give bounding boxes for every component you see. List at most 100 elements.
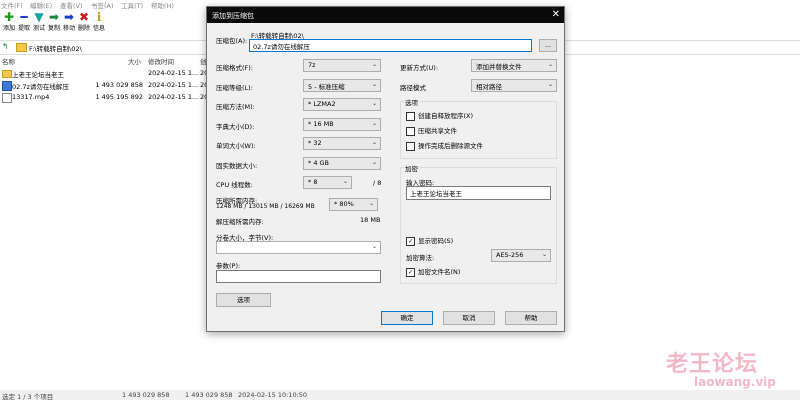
encryption-method-label: 加密算法: xyxy=(406,254,435,262)
archive-label: 压缩包(A): xyxy=(216,37,248,45)
file-size: 1 493 029 858 xyxy=(95,81,143,89)
address-path[interactable]: F:\转载转自制\02\ xyxy=(29,43,82,53)
shared-files-checkbox[interactable]: 压缩共享文件 xyxy=(406,125,457,136)
sfx-checkbox[interactable]: 创建自释放程序(X) xyxy=(406,110,473,121)
params-input[interactable] xyxy=(216,270,381,283)
decompress-memory-label: 解压缩所需内存: xyxy=(216,218,264,226)
level-label: 压缩等级(L): xyxy=(216,84,253,92)
solid-select[interactable]: * 4 GB ⌄ xyxy=(303,157,381,170)
memory-detail: 1248 MB / 13015 MB / 16269 MB xyxy=(216,203,315,210)
archive-name-value: 02.7z请勿在线解压 xyxy=(253,43,310,51)
chevron-down-icon: ⌄ xyxy=(371,243,377,250)
encryption-method-value: AES-256 xyxy=(496,251,524,259)
ok-button[interactable]: 确定 xyxy=(381,311,433,325)
column-size[interactable]: 大小 xyxy=(128,56,141,66)
column-modified[interactable]: 修改时间 xyxy=(148,56,174,66)
dict-select[interactable]: * 16 MB ⌄ xyxy=(303,118,381,131)
info-icon: ℹ xyxy=(96,10,102,24)
sfx-label: 创建自释放程序(X) xyxy=(418,112,474,120)
watermark-title: 老王论坛 xyxy=(666,352,759,377)
file-modified: 2024-02-15 1... xyxy=(148,69,199,77)
path-mode-select[interactable]: 相对路径 ⌄ xyxy=(471,79,557,92)
checkbox-box[interactable] xyxy=(406,111,415,121)
status-date: 2024-02-15 10:10:50 xyxy=(238,391,308,399)
video-file-icon xyxy=(2,93,12,103)
path-mode-label: 路径模式 xyxy=(400,84,426,92)
shared-files-label: 压缩共享文件 xyxy=(418,127,457,135)
options-group-title: 选项 xyxy=(404,97,419,107)
chevron-down-icon: ⌄ xyxy=(371,139,377,146)
chevron-down-icon: ⌄ xyxy=(371,100,377,107)
delete-after-label: 操作完成后删除源文件 xyxy=(418,142,483,150)
level-select[interactable]: 5 - 标准压缩 ⌄ xyxy=(303,79,381,92)
cpu-value: * 8 xyxy=(308,178,318,186)
checkbox-box[interactable]: ✓ xyxy=(406,267,415,277)
cpu-max: / 8 xyxy=(373,179,382,187)
checkbox-box[interactable] xyxy=(406,141,415,151)
file-modified: 2024-02-15 1... xyxy=(148,93,199,101)
method-value: * LZMA2 xyxy=(308,100,336,108)
dialog-titlebar[interactable]: 添加到压缩包 ✕ xyxy=(207,7,564,23)
encrypt-names-checkbox[interactable]: ✓ 加密文件名(N) xyxy=(406,266,460,277)
cancel-button[interactable]: 取消 xyxy=(443,311,495,325)
encryption-method-select[interactable]: AES-256 ⌄ xyxy=(491,249,551,262)
update-mode-select[interactable]: 添加并替换文件 ⌄ xyxy=(471,59,557,72)
format-select[interactable]: 7z ⌄ xyxy=(303,59,381,72)
word-value: * 32 xyxy=(308,139,322,147)
archive-name-input[interactable]: 02.7z请勿在线解压 xyxy=(249,39,532,52)
file-row[interactable]: 13317.mp4 1 495 195 892 2024-02-15 1... … xyxy=(0,92,210,103)
toolbar-button[interactable]: ℹ 信息 xyxy=(90,9,108,37)
chevron-down-icon: ⌄ xyxy=(547,61,553,68)
dict-label: 字典大小(D): xyxy=(216,123,255,131)
close-icon[interactable]: ✕ xyxy=(552,9,560,20)
file-row[interactable]: 上老王论坛当老王 2024-02-15 1... 20 xyxy=(0,68,210,79)
password-value: 上老王论坛当老王 xyxy=(410,190,462,198)
delete-after-checkbox[interactable]: 操作完成后删除源文件 xyxy=(406,140,483,151)
decompress-memory-value: 18 MB xyxy=(360,216,381,224)
folder-icon xyxy=(16,43,27,52)
status-size: 1 493 029 858 xyxy=(122,391,170,399)
options-button[interactable]: 选项 xyxy=(216,293,271,307)
level-value: 5 - 标准压缩 xyxy=(308,83,345,91)
encrypt-names-label: 加密文件名(N) xyxy=(418,268,461,276)
up-folder-icon[interactable]: ↰ xyxy=(2,42,9,51)
solid-value: * 4 GB xyxy=(308,159,330,167)
chevron-down-icon: ⌄ xyxy=(371,159,377,166)
show-password-checkbox[interactable]: ✓ 显示密码(S) xyxy=(406,235,453,246)
chevron-down-icon: ⌄ xyxy=(547,81,553,88)
chevron-down-icon: ⌄ xyxy=(342,178,348,185)
solid-label: 固实数据大小: xyxy=(216,162,258,170)
method-label: 压缩方法(M): xyxy=(216,103,255,111)
watermark-url: laowang.vip xyxy=(694,375,776,389)
word-select[interactable]: * 32 ⌄ xyxy=(303,137,381,150)
help-button[interactable]: 帮助 xyxy=(505,311,557,325)
checkbox-box[interactable] xyxy=(406,126,415,136)
method-select[interactable]: * LZMA2 ⌄ xyxy=(303,98,381,111)
encryption-group-title: 加密 xyxy=(404,163,419,173)
path-mode-value: 相对路径 xyxy=(476,83,502,91)
chevron-down-icon: ⌄ xyxy=(541,251,547,258)
status-packed-size: 1 493 029 858 xyxy=(185,391,233,399)
memory-usage-select[interactable]: * 80% ⌄ xyxy=(329,198,378,211)
archive-icon xyxy=(2,81,12,91)
split-size-select[interactable]: ⌄ xyxy=(216,241,381,254)
update-label: 更新方式(U): xyxy=(400,64,439,72)
format-value: 7z xyxy=(308,61,316,69)
password-input[interactable]: 上老王论坛当老王 xyxy=(406,186,551,200)
checkbox-box[interactable]: ✓ xyxy=(406,236,415,246)
update-mode-value: 添加并替换文件 xyxy=(476,63,522,71)
folder-icon xyxy=(2,70,12,78)
file-row[interactable]: 02.7z请勿在线解压 1 493 029 858 2024-02-15 1..… xyxy=(0,80,210,91)
chevron-down-icon: ⌄ xyxy=(371,81,377,88)
column-name[interactable]: 名称 xyxy=(2,56,15,66)
chevron-down-icon: ⌄ xyxy=(368,200,374,207)
status-bar: 选定 1 / 3 个项目 1 493 029 858 1 493 029 858… xyxy=(0,390,800,401)
cpu-select[interactable]: * 8 ⌄ xyxy=(303,176,352,189)
show-password-label: 显示密码(S) xyxy=(418,237,454,245)
toolbar-label: 信息 xyxy=(92,25,105,32)
cpu-label: CPU 线程数: xyxy=(216,181,253,189)
browse-button[interactable]: ... xyxy=(539,39,557,52)
word-label: 单词大小(W): xyxy=(216,142,256,150)
file-name: 02.7z请勿在线解压 xyxy=(12,83,69,91)
file-name: 13317.mp4 xyxy=(12,93,50,101)
